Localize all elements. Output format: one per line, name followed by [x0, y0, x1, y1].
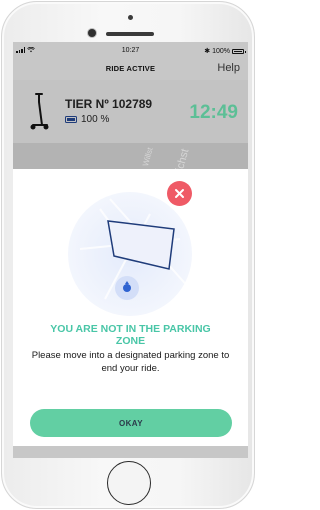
close-icon[interactable] — [167, 181, 192, 206]
error-message: Please move into a designated parking zo… — [31, 350, 230, 374]
bluetooth-icon: ✱ — [204, 48, 211, 55]
parking-zone-modal: YOU ARE NOT IN THE PARKING ZONE Please m… — [13, 169, 248, 458]
status-battery-icon — [232, 48, 246, 54]
status-bar: 10:27 ✱ 100% — [13, 42, 248, 60]
error-headline: YOU ARE NOT IN THE PARKING ZONE — [13, 323, 248, 347]
front-camera — [88, 29, 96, 37]
vehicle-battery-label: 100 % — [81, 114, 110, 125]
vehicle-name: TIER Nº 102789 — [65, 97, 153, 111]
bottom-dimmed-bar — [13, 446, 248, 458]
map-area: Willst richst — [13, 143, 248, 176]
phone-frame: 10:27 ✱ 100% RIDE ACTIVE Help TIER Nº 10… — [1, 1, 255, 509]
okay-button[interactable]: OKAY — [30, 409, 232, 437]
earpiece-speaker — [106, 32, 154, 36]
status-right: ✱ 100% — [204, 47, 246, 55]
help-link[interactable]: Help — [217, 62, 240, 74]
scooter-icon — [30, 93, 49, 130]
location-dot-icon — [123, 284, 131, 292]
street-label: Willst — [141, 146, 155, 168]
top-bar: RIDE ACTIVE Help — [13, 60, 248, 80]
screen: 10:27 ✱ 100% RIDE ACTIVE Help TIER Nº 10… — [13, 42, 248, 458]
page-title: RIDE ACTIVE — [105, 64, 156, 73]
error-headline-line1: YOU ARE NOT IN THE PARKING — [50, 323, 211, 335]
ride-info-card: TIER Nº 102789 100 % 12:49 — [13, 80, 248, 143]
vehicle-battery: 100 % — [65, 114, 109, 125]
battery-icon — [65, 116, 77, 123]
ride-timer: 12:49 — [189, 102, 238, 123]
error-headline-line2: ZONE — [115, 335, 146, 347]
sensor-dot — [128, 15, 133, 20]
home-button[interactable] — [107, 461, 151, 505]
battery-percent: 100% — [212, 47, 230, 55]
